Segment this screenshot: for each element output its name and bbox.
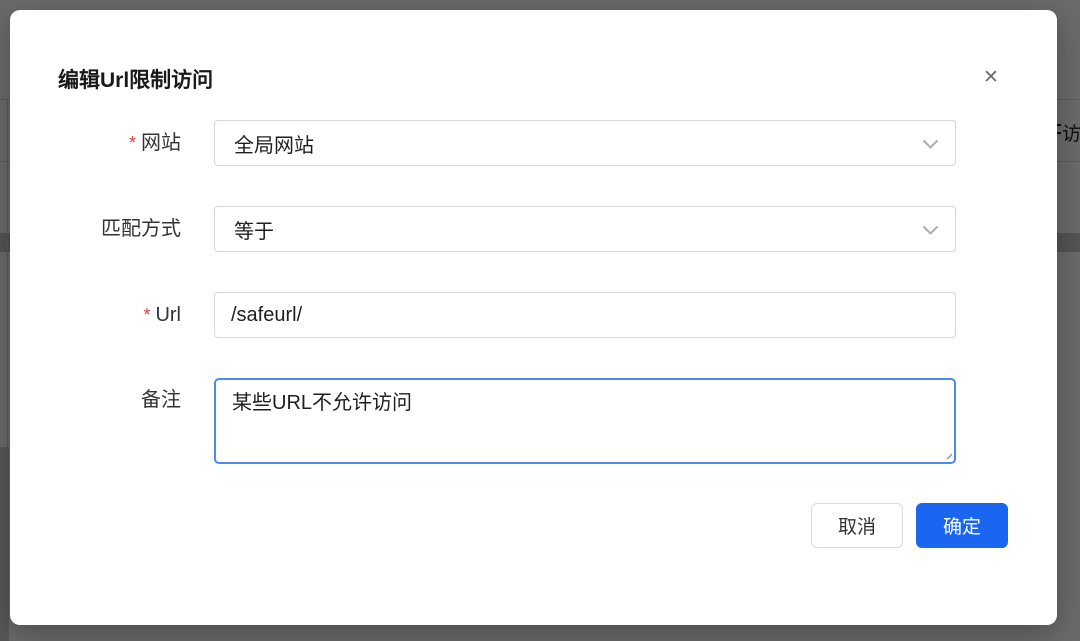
field-label-website: *网站 xyxy=(10,120,181,166)
match-mode-select[interactable]: 等于 xyxy=(214,206,956,252)
close-icon[interactable]: ✕ xyxy=(975,62,1007,94)
website-select-value: 全局网站 xyxy=(234,129,314,158)
required-asterisk: * xyxy=(129,133,136,153)
required-asterisk: * xyxy=(143,305,150,325)
field-label-remark: 备注 xyxy=(10,385,181,415)
form-row-website: *网站 全局网站 xyxy=(10,120,1057,166)
form-row-url: *Url xyxy=(10,292,1057,338)
label-text: 备注 xyxy=(141,389,181,411)
field-label-match-mode: 匹配方式 xyxy=(10,206,181,252)
label-text: 匹配方式 xyxy=(101,218,181,240)
remark-textarea[interactable]: 某些URL不允许访问 xyxy=(214,378,956,464)
field-label-url: *Url xyxy=(10,292,181,338)
dialog-title: 编辑Url限制访问 xyxy=(58,64,213,94)
confirm-button[interactable]: 确定 xyxy=(916,503,1008,548)
form-row-match-mode: 匹配方式 等于 xyxy=(10,206,1057,252)
form-row-remark: 备注 某些URL不允许访问 xyxy=(10,378,1057,464)
website-select[interactable]: 全局网站 xyxy=(214,120,956,166)
label-text: 网站 xyxy=(141,132,181,154)
label-text: Url xyxy=(155,304,181,326)
match-mode-select-value: 等于 xyxy=(234,215,274,244)
cancel-button[interactable]: 取消 xyxy=(811,503,903,548)
edit-url-restriction-dialog: 编辑Url限制访问 ✕ *网站 全局网站 匹配方式 等于 *Url 备注 xyxy=(10,10,1057,625)
chevron-down-icon xyxy=(925,137,936,148)
url-input[interactable] xyxy=(214,292,956,338)
chevron-down-icon xyxy=(925,223,936,234)
